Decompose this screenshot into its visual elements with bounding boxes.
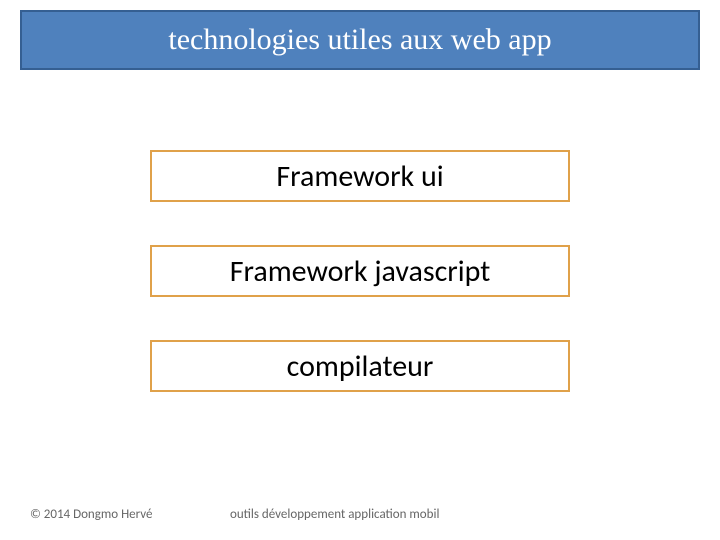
list-item: Framework ui xyxy=(150,150,570,202)
slide-title: technologies utiles aux web app xyxy=(20,10,700,70)
footer-copyright: © 2014 Dongmo Hervé xyxy=(30,507,153,522)
slide-title-text: technologies utiles aux web app xyxy=(168,23,551,57)
list-item: compilateur xyxy=(150,340,570,392)
list-item-label: Framework ui xyxy=(276,158,443,195)
footer-center-text: outils développement application mobil xyxy=(230,507,439,522)
list-item-label: compilateur xyxy=(287,348,434,385)
list-item-label: Framework javascript xyxy=(230,253,491,290)
list-item: Framework javascript xyxy=(150,245,570,297)
